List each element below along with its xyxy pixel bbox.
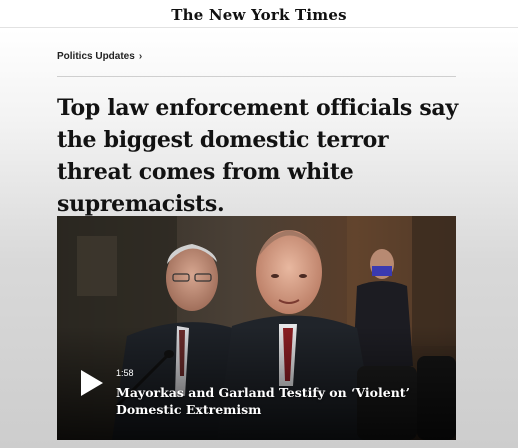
video-player[interactable]: 1:58 Mayorkas and Garland Testify on ‘Vi… [57,216,456,440]
video-title[interactable]: Mayorkas and Garland Testify on ‘Violent… [116,384,416,418]
chevron-right-icon: › [138,50,143,62]
nyt-logo[interactable]: The New York Times [171,6,346,24]
article-headline[interactable]: Top law enforcement officials say the bi… [57,92,467,220]
section-kicker-link[interactable]: Politics Updates › [57,51,142,62]
play-icon[interactable] [73,366,107,400]
kicker-label: Politics Updates [57,51,135,62]
video-duration: 1:58 [116,368,134,378]
divider [57,76,456,77]
top-bar: The New York Times [0,0,518,28]
